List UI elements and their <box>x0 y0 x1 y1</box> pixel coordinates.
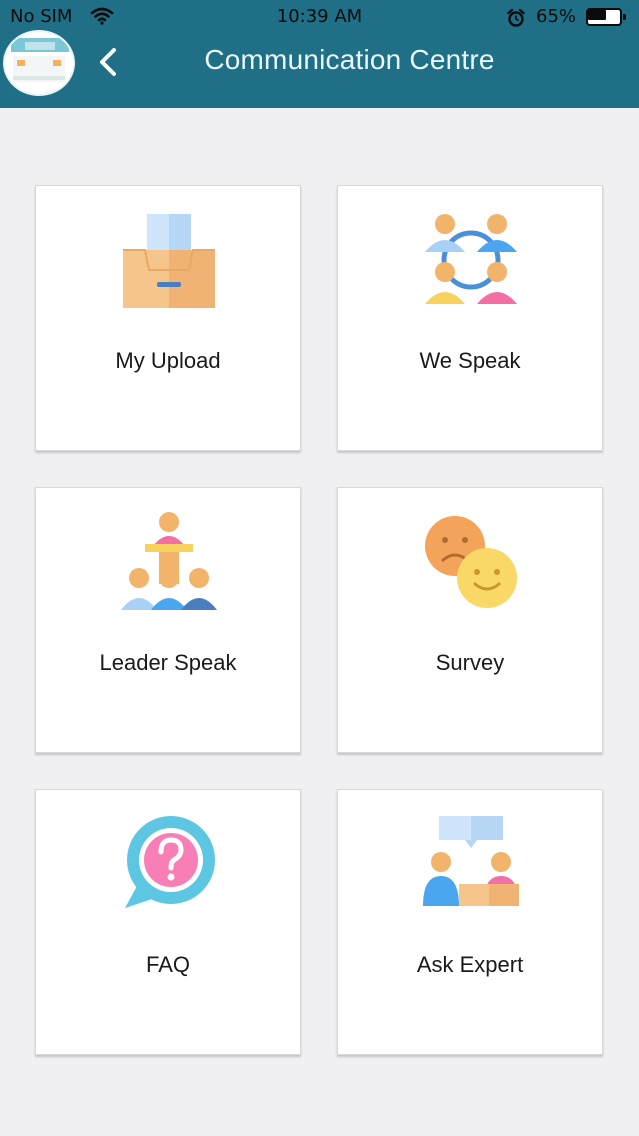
tile-survey[interactable]: Survey <box>337 487 603 753</box>
status-bar: No SIM 10:39 AM 65% <box>0 0 639 36</box>
tile-faq[interactable]: FAQ <box>35 789 301 1055</box>
tile-label: Leader Speak <box>99 650 237 675</box>
tile-label: Ask Expert <box>416 952 524 977</box>
tile-label: We Speak <box>419 348 521 373</box>
page-title: Communication Centre <box>204 44 495 75</box>
tile-label: FAQ <box>145 952 190 977</box>
expert-consultation-icon <box>421 814 521 914</box>
tile-ask-expert[interactable]: Ask Expert <box>337 789 603 1055</box>
tile-leader-speak[interactable]: Leader Speak <box>35 487 301 753</box>
tile-label: My Upload <box>115 348 221 373</box>
leader-podium-icon <box>119 512 219 612</box>
battery-icon <box>586 8 628 26</box>
app-header: No SIM 10:39 AM 65% Communication Centre <box>0 0 639 108</box>
tile-label: Survey <box>435 650 505 675</box>
tile-my-upload[interactable]: My Upload <box>35 185 301 451</box>
question-bubble-icon <box>119 814 219 914</box>
tile-we-speak[interactable]: We Speak <box>337 185 603 451</box>
group-network-icon <box>421 210 521 310</box>
smiley-faces-icon <box>421 512 521 612</box>
alarm-clock-icon <box>506 8 526 34</box>
battery-percent: 65% <box>536 6 577 27</box>
upload-tray-icon <box>119 210 219 310</box>
